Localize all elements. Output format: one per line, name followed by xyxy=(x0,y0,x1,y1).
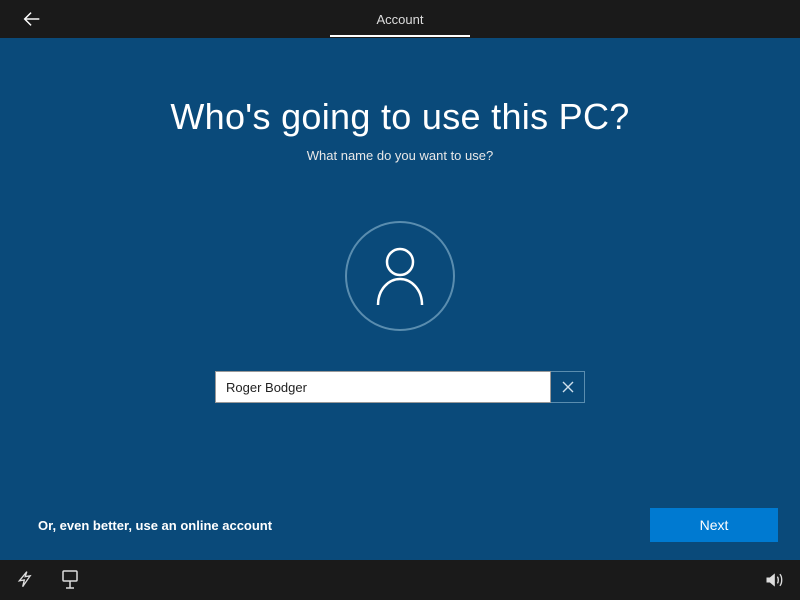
main-panel: Who's going to use this PC? What name do… xyxy=(0,38,800,560)
topbar: Account xyxy=(0,0,800,38)
use-online-account-link[interactable]: Or, even better, use an online account xyxy=(38,518,272,533)
arrow-left-icon xyxy=(21,8,43,30)
page-title: Who's going to use this PC? xyxy=(0,96,800,138)
close-icon xyxy=(562,381,574,393)
name-input[interactable] xyxy=(215,371,551,403)
page-subtitle: What name do you want to use? xyxy=(0,148,800,163)
input-method-button[interactable] xyxy=(58,568,82,592)
taskbar-left xyxy=(14,568,82,592)
ease-of-access-icon xyxy=(16,570,36,590)
volume-icon xyxy=(764,570,784,590)
back-button[interactable] xyxy=(18,5,46,33)
taskbar xyxy=(0,560,800,600)
ime-icon xyxy=(61,570,79,590)
user-avatar-placeholder xyxy=(345,221,455,331)
bottom-actions: Or, even better, use an online account N… xyxy=(0,508,800,542)
ease-of-access-button[interactable] xyxy=(14,568,38,592)
volume-button[interactable] xyxy=(762,568,786,592)
name-input-row xyxy=(215,371,585,403)
next-button[interactable]: Next xyxy=(650,508,778,542)
clear-input-button[interactable] xyxy=(551,371,585,403)
user-icon xyxy=(372,245,428,307)
tab-account[interactable]: Account xyxy=(330,2,470,37)
